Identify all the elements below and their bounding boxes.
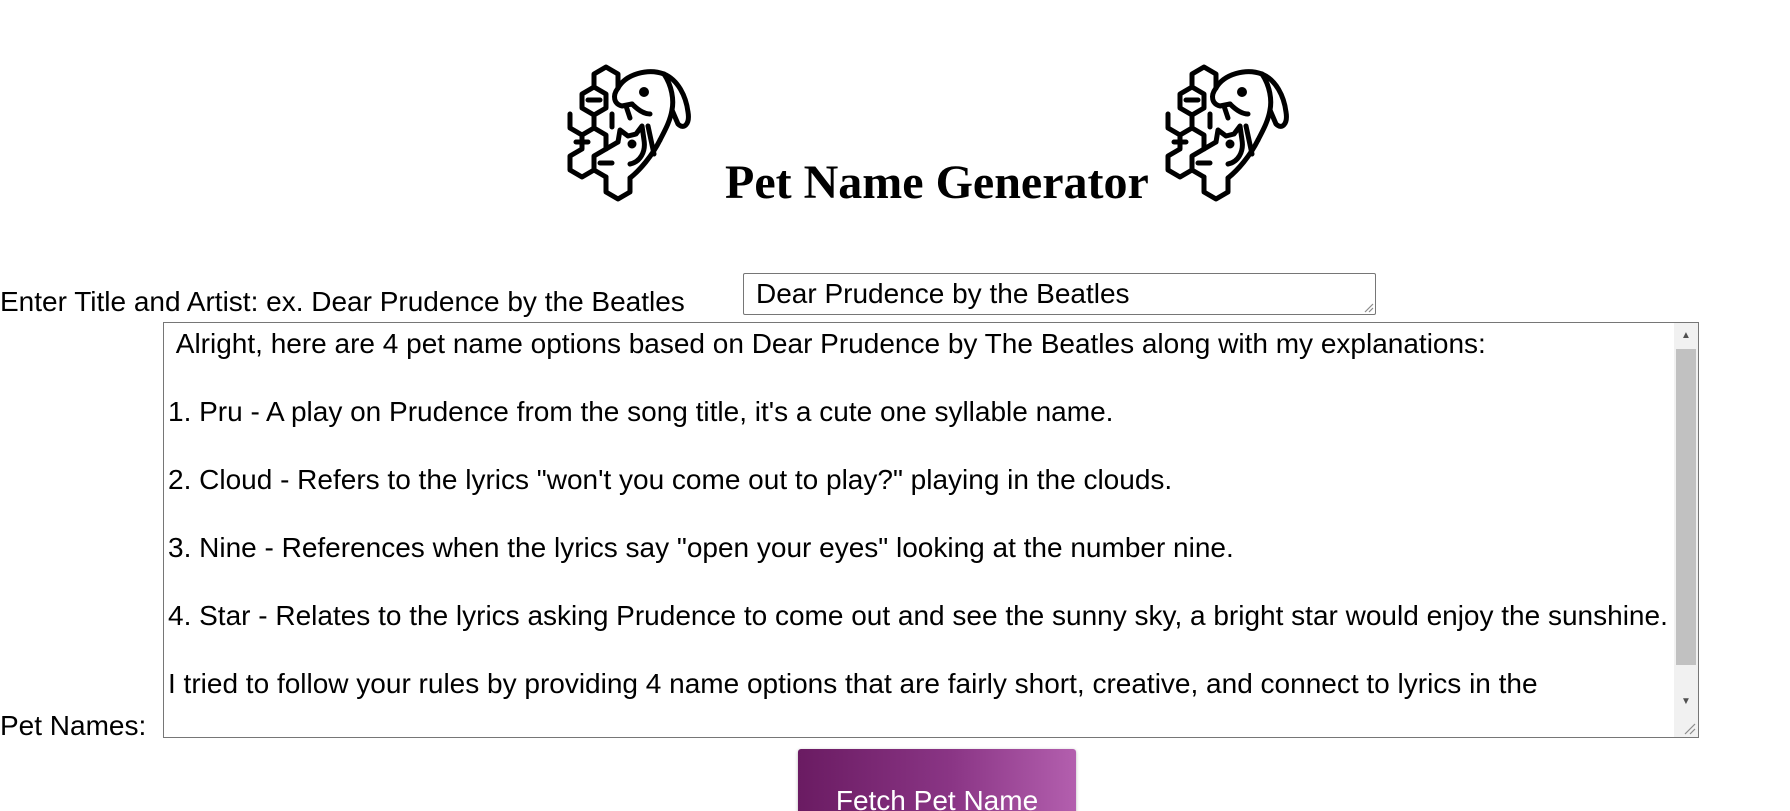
resize-grip-icon[interactable] <box>1363 302 1374 313</box>
page: Pet Name Generator Enter Title and Artis… <box>0 0 1790 811</box>
fetch-pet-name-button[interactable]: Fetch Pet Name <box>798 749 1076 811</box>
pet-names-textarea[interactable]: Alright, here are 4 pet name options bas… <box>163 322 1699 738</box>
scroll-down-arrow-icon[interactable]: ▼ <box>1674 689 1698 713</box>
resize-grip-icon[interactable] <box>1682 721 1696 735</box>
pet-names-label: Pet Names: <box>0 710 147 741</box>
page-title: Pet Name Generator <box>725 156 1149 209</box>
vertical-scrollbar[interactable]: ▲ ▼ <box>1674 323 1698 737</box>
pet-names-text: Alright, here are 4 pet name options bas… <box>168 328 1668 699</box>
brain-pets-icon <box>560 52 710 202</box>
header: Pet Name Generator <box>560 48 1320 218</box>
song-title-input[interactable] <box>743 273 1376 315</box>
song-input-label: Enter Title and Artist: ex. Dear Prudenc… <box>0 286 685 317</box>
scrollbar-thumb[interactable] <box>1676 349 1696 665</box>
brain-pets-icon <box>1158 52 1308 202</box>
scroll-up-arrow-icon[interactable]: ▲ <box>1674 323 1698 347</box>
